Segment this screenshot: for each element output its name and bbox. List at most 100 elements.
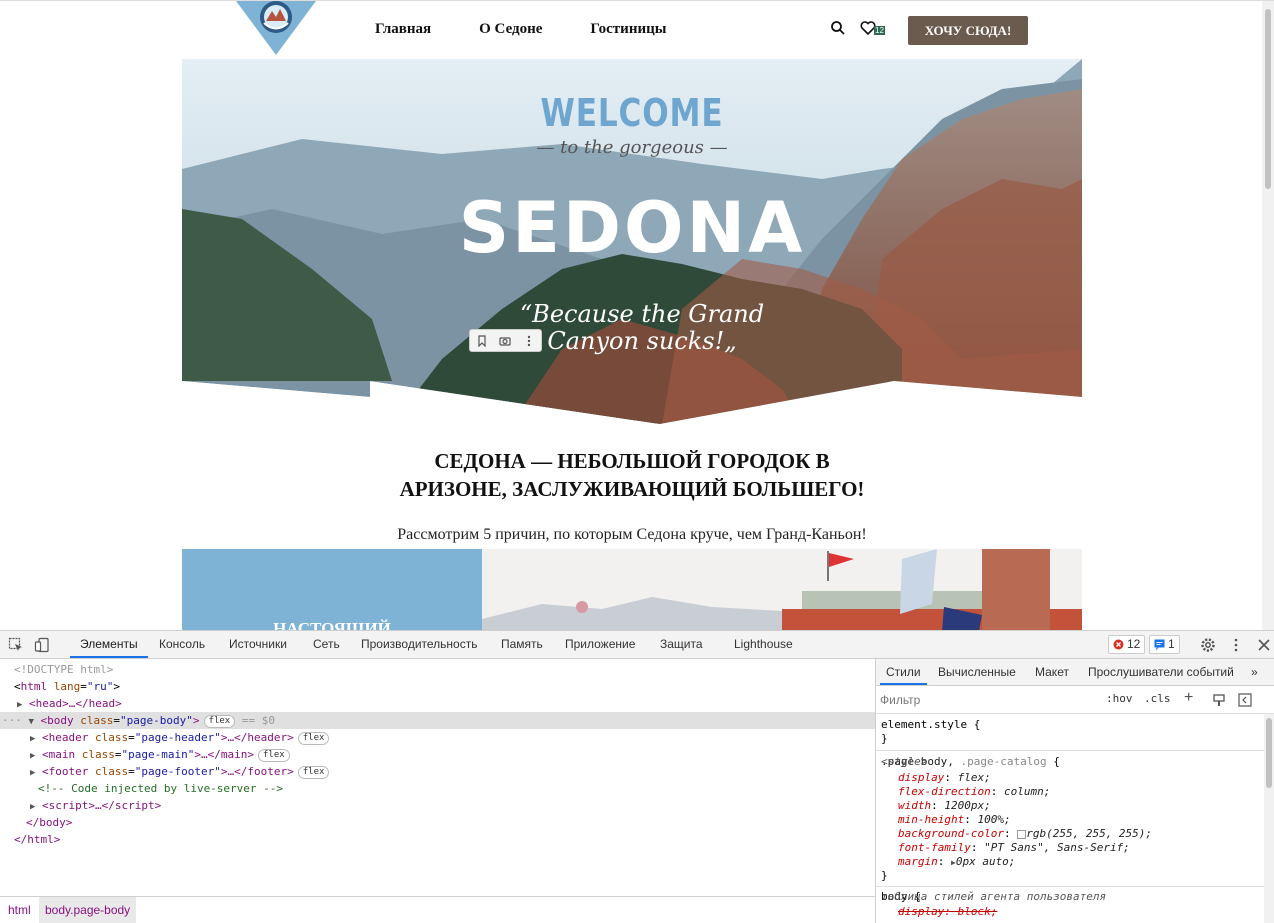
dom-html-node[interactable]: <html lang="ru"> [0,678,875,695]
page-viewport: Главная О Седоне Гостиницы 12 ХОЧУ СЮДА! [0,0,1274,630]
tab-event-listeners[interactable]: Прослушиватели событий [1088,659,1234,685]
more-options-icon[interactable] [1228,637,1244,653]
expand-arrow-icon[interactable]: ▶ [17,700,22,710]
dom-body-node[interactable]: ··· ▼ <body class="page-body"> flex == $0 [0,712,875,729]
hero-title: SEDONA [458,187,806,269]
nav-link-home[interactable]: Главная [375,21,431,38]
flex-badge[interactable]: flex [258,748,290,762]
css-prop-min-height[interactable]: min-height: 100%; [898,813,1011,827]
tab-network[interactable]: Сеть [313,631,340,658]
page-scroll-thumb[interactable] [1265,9,1271,189]
dom-main-node[interactable]: ▶ <main class="page-main">…</main> flex [0,746,875,763]
dom-header-node[interactable]: ▶ <header class="page-header">…</header>… [0,729,875,746]
tab-elements[interactable]: Элементы [70,631,148,658]
page-scrollbar[interactable] [1262,1,1274,630]
device-toolbar-icon[interactable] [34,637,50,653]
devtools-tabbar: Элементы Консоль Источники Сеть Производ… [0,631,1274,659]
errors-badge[interactable]: 12 [1108,635,1146,654]
breadcrumb-html[interactable]: html [8,897,31,923]
toggle-sidebar-icon[interactable] [1238,693,1252,707]
main-nav: Главная О Седоне Гостиницы [375,21,666,38]
styles-filter-row: :hov .cls + [876,686,1274,714]
dom-script-node[interactable]: ▶ <script>…</script> [0,797,875,814]
footer-class-value: "page-footer" [134,765,221,778]
messages-badge[interactable]: 1 [1149,635,1180,654]
rule-source-link[interactable]: <style> [881,755,1263,769]
site-logo[interactable] [236,1,316,56]
feature-card: НАСТОЯЩИЙ [182,549,482,630]
nav-link-hotels[interactable]: Гостиницы [590,21,666,38]
feature-card-title: НАСТОЯЩИЙ [273,619,391,630]
dom-head-node[interactable]: ▶ <head>…</head> [0,695,875,712]
new-rule-icon[interactable]: + [1184,689,1193,707]
want-here-button[interactable]: ХОЧУ СЮДА! [908,16,1028,45]
headline-line1: СЕДОНА — НЕБОЛЬШОЙ ГОРОДОК В [434,449,830,473]
css-prop-background-color[interactable]: background-color: rgb(255, 255, 255); [898,827,1152,841]
page-headline: СЕДОНА — НЕБОЛЬШОЙ ГОРОДОК В АРИЗОНЕ, ЗА… [182,447,1082,503]
settings-gear-icon[interactable] [1200,637,1216,653]
tab-lighthouse[interactable]: Lighthouse [734,631,793,658]
dom-body-close[interactable]: </body> [0,814,875,831]
main-class-value: "page-main" [121,748,195,761]
breadcrumb-body[interactable]: body.page-body [39,897,137,923]
header-class-value: "page-header" [134,731,221,744]
flex-badge[interactable]: flex [203,714,236,728]
camera-icon[interactable] [499,335,512,347]
html-lang-attr: lang [53,680,81,693]
bookmark-icon[interactable] [476,334,488,347]
flex-badge[interactable]: flex [297,765,330,779]
styles-pane: Стили Вычисленные Макет Прослушиватели с… [875,659,1274,923]
close-devtools-icon[interactable] [1256,637,1272,653]
tab-styles[interactable]: Стили [880,659,927,685]
css-prop-display-block[interactable]: display: block; [898,905,997,919]
styles-scroll-thumb[interactable] [1266,718,1272,788]
cls-toggle[interactable]: .cls [1144,692,1171,705]
inspect-element-icon[interactable] [8,637,24,653]
paint-icon[interactable] [1212,693,1226,707]
messages-count: 1 [1168,637,1175,651]
image-hover-toolbar [469,329,542,352]
dom-html-close[interactable]: </html> [0,831,875,848]
tab-security[interactable]: Защита [660,631,703,658]
tab-console[interactable]: Консоль [159,631,205,658]
dollar-zero: == $0 [241,714,275,727]
styles-filter-input[interactable] [880,690,1096,710]
tab-application[interactable]: Приложение [565,631,635,658]
more-tabs-icon[interactable]: » [1251,659,1258,685]
body-tag: body [47,714,74,727]
css-prop-flex-direction[interactable]: flex-direction: column; [898,785,1050,799]
hero-quote-line2: Canyon sucks!„ [547,327,737,355]
favorites-count-badge: 12 [874,26,885,35]
hero-quote-line1: “Because the Grand [519,300,765,328]
collapse-arrow-icon[interactable]: ▼ [29,717,34,727]
dom-doctype[interactable]: <!DOCTYPE html> [0,661,875,678]
tab-layout[interactable]: Макет [1035,659,1069,685]
css-prop-display[interactable]: display: flex; [898,771,991,785]
error-icon [1113,639,1124,650]
feature-photo [482,549,1082,630]
html-tag: html [20,680,48,693]
css-prop-width[interactable]: width: 1200px; [898,799,991,813]
message-icon [1154,639,1165,650]
dom-comment[interactable]: <!-- Code injected by live-server --> [0,780,875,797]
nav-link-about[interactable]: О Седоне [479,21,542,38]
headline-line2: АРИЗОНЕ, ЗАСЛУЖИВАЮЩИЙ БОЛЬШЕГО! [399,477,865,501]
dom-footer-node[interactable]: ▶ <footer class="page-footer">…</footer>… [0,763,875,780]
element-style-rule[interactable]: element.style { [881,718,980,732]
tab-performance[interactable]: Производительность [361,631,477,658]
color-swatch-icon[interactable] [1017,829,1027,839]
search-icon[interactable] [830,20,846,36]
flex-badge[interactable]: flex [297,731,330,745]
elements-tree: <!DOCTYPE html> <html lang="ru"> ▶ <head… [0,659,875,896]
html-lang-value: "ru" [86,680,114,693]
more-vertical-icon[interactable] [523,335,535,347]
hov-toggle[interactable]: :hov [1106,692,1133,705]
hero-banner: WELCOME — to the gorgeous — SEDONA “Beca… [182,59,1082,424]
styles-scrollbar[interactable] [1264,714,1274,923]
tab-computed[interactable]: Вычисленные [938,659,1016,685]
css-prop-margin[interactable]: margin: ▶0px auto; [898,855,1015,869]
css-prop-font-family[interactable]: font-family: "PT Sans", Sans-Serif; [898,841,1130,855]
hero-welcome-text: WELCOME [540,91,724,135]
tab-memory[interactable]: Память [501,631,543,658]
tab-sources[interactable]: Источники [229,631,287,658]
